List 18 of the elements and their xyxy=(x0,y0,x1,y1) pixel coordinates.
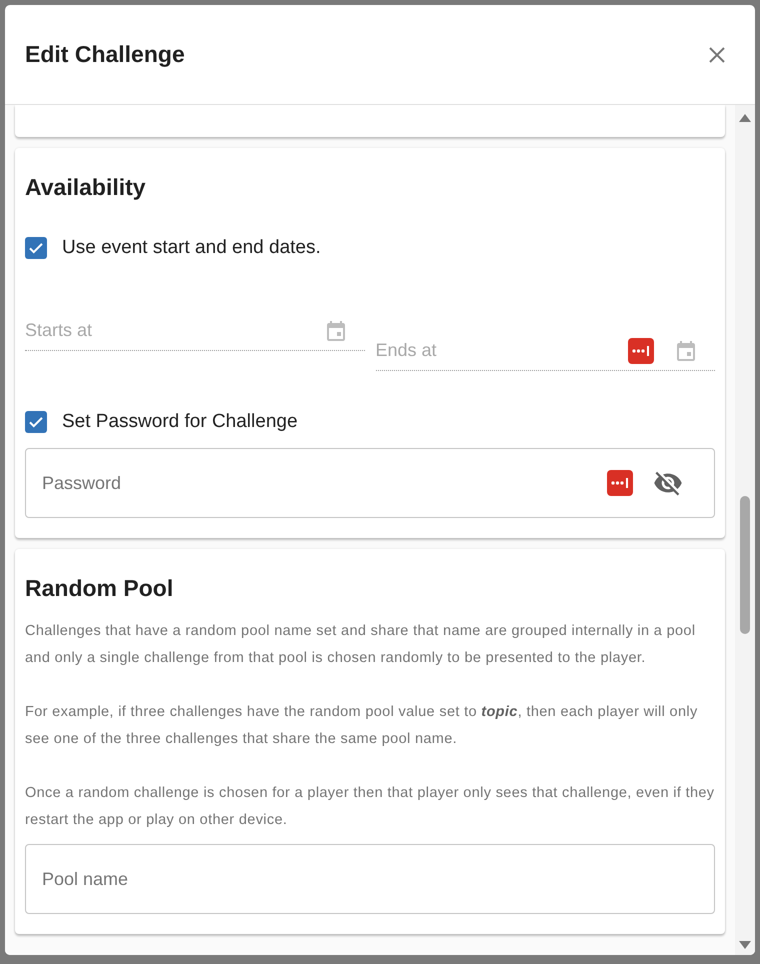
checkbox[interactable] xyxy=(25,411,47,433)
checkbox-label: Use event start and end dates. xyxy=(62,237,321,259)
checkbox-label: Set Password for Challenge xyxy=(62,411,298,433)
pool-name-field[interactable]: Pool name xyxy=(25,844,715,914)
calendar-icon xyxy=(674,339,698,363)
scroll-up-icon[interactable] xyxy=(739,114,751,122)
password-manager-icon xyxy=(628,338,654,364)
section-heading: Availability xyxy=(25,173,147,202)
dialog-title: Edit Challenge xyxy=(25,41,185,68)
description-text: Challenges that have a random pool name set and share that name are grouped internally in a pool and only a single challenge from that pool is chosen randomly to be presented to the player. xyxy=(25,622,696,668)
description-text: Once a random challenge is chosen for a player then that player only sees that challenge, even if they restart the app or play on other device. xyxy=(25,784,715,830)
section-heading: Random Pool xyxy=(25,574,174,603)
password-field[interactable]: Password xyxy=(25,448,715,518)
checkbox[interactable] xyxy=(25,237,47,259)
password-manager-icon xyxy=(607,470,633,496)
description-text: For example, if three challenges have the random pool value set to topic, then each player will only see one of the three challenges that share the same pool name. xyxy=(25,703,699,749)
scroll-down-icon[interactable] xyxy=(739,941,751,949)
scrollbar-thumb[interactable] xyxy=(740,496,750,634)
